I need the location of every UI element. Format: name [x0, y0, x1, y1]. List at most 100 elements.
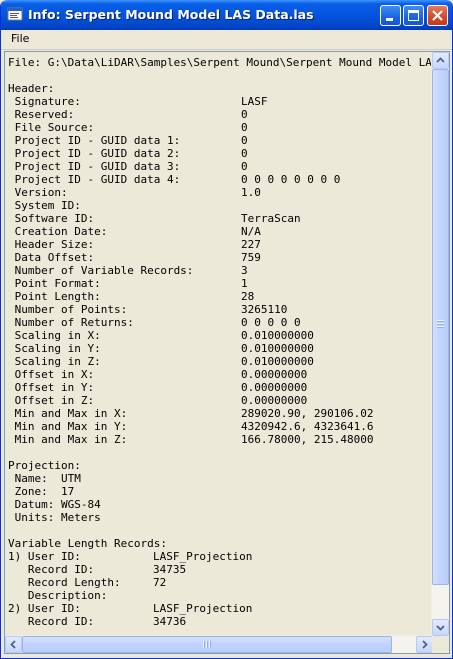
info-window: Info: Serpent Mound Model LAS Data.las F…: [0, 0, 453, 659]
title-bar[interactable]: Info: Serpent Mound Model LAS Data.las: [1, 0, 452, 30]
header-field-label: Project ID - GUID data 4:: [8, 173, 181, 186]
header-field-label: Offset in X:: [8, 368, 95, 381]
vlr-field-value: LASF_Projection: [153, 550, 253, 563]
window-app-icon: [7, 7, 23, 21]
header-field-value: 0.010000000: [241, 342, 314, 355]
file-path-line: File: G:\Data\LiDAR\Samples\Serpent Moun…: [8, 56, 433, 69]
scrollbar-corner: [432, 636, 449, 653]
header-field-label: Scaling in X:: [8, 329, 101, 342]
scroll-right-button[interactable]: [416, 636, 433, 653]
vlr-field-label: Record ID:: [8, 563, 95, 576]
header-field-value: 28: [241, 290, 255, 303]
vlr-field-label: 1) User ID:: [8, 550, 81, 563]
header-field-label: Min and Max in Z:: [8, 433, 128, 446]
header-field-label: Signature:: [8, 95, 81, 108]
header-field-value: 0: [241, 134, 248, 147]
header-field-label: Project ID - GUID data 1:: [8, 134, 181, 147]
horizontal-scrollbar[interactable]: [5, 635, 433, 653]
header-field-label: Number of Returns:: [8, 316, 134, 329]
header-field-label: Number of Points:: [8, 303, 128, 316]
horizontal-scroll-thumb[interactable]: [22, 636, 392, 653]
header-field-value: 289020.90, 290106.02: [241, 407, 374, 420]
header-field-value: 3265110: [241, 303, 288, 316]
vertical-scroll-thumb[interactable]: [432, 69, 449, 585]
header-field-label: File Source:: [8, 121, 95, 134]
header-field-label: Scaling in Y:: [8, 342, 101, 355]
header-field-value: 166.78000, 215.48000: [241, 433, 374, 446]
header-field-value: 0.010000000: [241, 329, 314, 342]
header-field-label: Min and Max in X:: [8, 407, 128, 420]
vlr-field-value: LASF_Projection: [153, 602, 253, 615]
menu-bar: File: [1, 30, 452, 50]
header-field-label: System ID:: [8, 199, 81, 212]
close-button[interactable]: [427, 5, 448, 26]
header-field-value: LASF: [241, 95, 268, 108]
header-field-label: Min and Max in Y:: [8, 420, 128, 433]
header-field-label: Project ID - GUID data 2:: [8, 147, 181, 160]
header-field-label: Offset in Z:: [8, 394, 95, 407]
header-field-label: Creation Date:: [8, 225, 108, 238]
arrow-up-icon: [436, 57, 445, 63]
info-text-area[interactable]: File: G:\Data\LiDAR\Samples\Serpent Moun…: [5, 52, 433, 636]
grip-icon: [437, 320, 444, 328]
header-field-value: 0.010000000: [241, 355, 314, 368]
header-title: Header:: [8, 82, 55, 95]
header-field-label: Header Size:: [8, 238, 95, 251]
header-field-label: Point Length:: [8, 290, 101, 303]
vlr-field-label: Description:: [8, 589, 108, 602]
maximize-button[interactable]: [403, 5, 424, 26]
header-field-value: TerraScan: [241, 212, 301, 225]
scroll-up-button[interactable]: [432, 52, 449, 69]
maximize-icon: [408, 10, 419, 21]
minimize-icon: [386, 18, 393, 21]
header-field-value: N/A: [241, 225, 261, 238]
header-field-label: Version:: [8, 186, 68, 199]
projection-line: Datum: WGS-84: [8, 498, 101, 511]
header-field-label: Offset in Y:: [8, 381, 95, 394]
vlr-field-label: Record Length:: [8, 576, 121, 589]
projection-line: Name: UTM: [8, 472, 81, 485]
minimize-button[interactable]: [380, 5, 401, 26]
header-field-value: 1: [241, 277, 248, 290]
header-field-value: 0: [241, 147, 248, 160]
menu-file[interactable]: File: [7, 32, 33, 45]
arrow-right-icon: [422, 640, 428, 649]
header-field-value: 227: [241, 238, 261, 251]
header-field-value: 0 0 0 0 0: [241, 316, 301, 329]
info-text-view[interactable]: File: G:\Data\LiDAR\Samples\Serpent Moun…: [4, 51, 450, 654]
header-field-value: 0: [241, 160, 248, 173]
header-field-value: 4320942.6, 4323641.6: [241, 420, 374, 433]
projection-line: Units: Meters: [8, 511, 101, 524]
header-field-value: 0.00000000: [241, 381, 308, 394]
vlr-field-value: 34736: [153, 615, 187, 628]
projection-line: Zone: 17: [8, 485, 75, 498]
header-field-value: 1.0: [241, 186, 261, 199]
header-field-value: 0: [241, 121, 248, 134]
header-field-value: 0.00000000: [241, 394, 308, 407]
header-field-value: 3: [241, 264, 248, 277]
vlr-title: Variable Length Records:: [8, 537, 167, 550]
header-field-label: Number of Variable Records:: [8, 264, 194, 277]
scroll-down-button[interactable]: [432, 619, 449, 636]
vlr-field-label: 2) User ID:: [8, 602, 81, 615]
header-field-value: 0: [241, 108, 248, 121]
header-field-label: Scaling in Z:: [8, 355, 101, 368]
header-field-label: Point Format:: [8, 277, 101, 290]
scroll-left-button[interactable]: [5, 636, 22, 653]
vlr-field-value: 34735: [153, 563, 187, 576]
arrow-down-icon: [436, 625, 445, 631]
window-title: Info: Serpent Mound Model LAS Data.las: [28, 7, 314, 22]
projection-title: Projection:: [8, 459, 81, 472]
header-field-label: Software ID:: [8, 212, 95, 225]
header-field-value: 0 0 0 0 0 0 0 0: [241, 173, 341, 186]
vertical-scrollbar[interactable]: [431, 52, 449, 636]
header-field-label: Project ID - GUID data 3:: [8, 160, 181, 173]
close-icon: [432, 10, 443, 21]
vlr-field-label: Record ID:: [8, 615, 95, 628]
grip-icon: [203, 641, 211, 648]
header-field-label: Data Offset:: [8, 251, 95, 264]
arrow-left-icon: [10, 640, 16, 649]
header-field-value: 759: [241, 251, 261, 264]
header-field-label: Reserved:: [8, 108, 75, 121]
header-field-value: 0.00000000: [241, 368, 308, 381]
